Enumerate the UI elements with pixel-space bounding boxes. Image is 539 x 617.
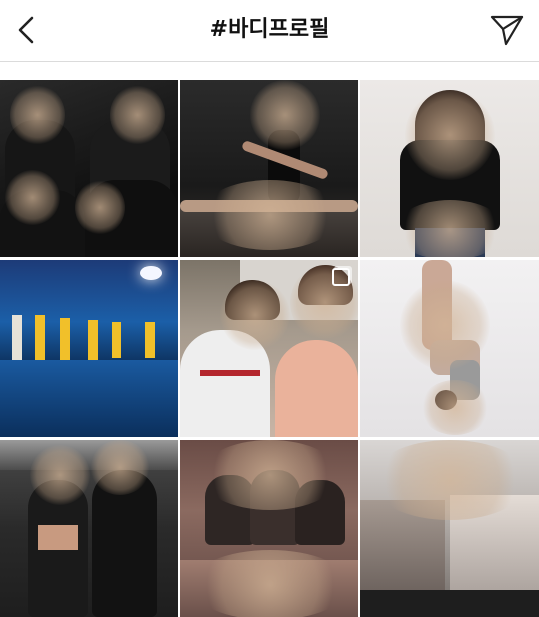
post-6-body-blur <box>400 280 490 370</box>
post-thumbnail-8[interactable] <box>180 440 358 617</box>
back-button[interactable] <box>6 10 46 50</box>
post-thumbnail-6[interactable] <box>360 260 539 437</box>
post-7-face-blur <box>30 445 90 505</box>
post-7-face-blur-2 <box>90 440 150 495</box>
post-thumbnail-1[interactable] <box>0 80 178 257</box>
multiple-photos-icon <box>332 268 350 286</box>
post-3-lower-blur <box>395 200 505 257</box>
post-thumbnail-7[interactable] <box>0 440 178 617</box>
chevron-left-icon <box>18 16 34 44</box>
post-8-lower-blur <box>190 550 350 617</box>
post-4-bag-2 <box>35 315 45 360</box>
share-button[interactable] <box>485 8 529 52</box>
post-4-bag-6 <box>145 322 155 358</box>
post-5-person-right <box>275 340 358 437</box>
post-9-waistband <box>360 590 539 617</box>
post-5-person-left-stripe <box>200 370 260 376</box>
post-9-upper-blur <box>370 440 530 520</box>
post-1-face-blur-4 <box>75 180 125 235</box>
post-4-ceiling-light <box>140 266 162 280</box>
top-bar: #바디프로필 <box>0 0 539 62</box>
post-1-face-blur <box>10 85 65 145</box>
post-4-bag-4 <box>88 320 98 360</box>
post-6-lower-blur <box>420 380 490 435</box>
post-3-face-blur <box>405 90 495 180</box>
post-4-bag-1 <box>12 315 22 360</box>
post-5-face-blur <box>220 280 290 350</box>
post-1-face-blur-2 <box>110 85 165 145</box>
post-thumbnail-3[interactable] <box>360 80 539 257</box>
post-7-skin <box>38 525 78 550</box>
page-title: #바디프로필 <box>209 17 330 42</box>
post-2-face-blur <box>250 80 320 150</box>
post-8-face-blur <box>200 440 340 510</box>
post-thumbnail-2[interactable] <box>180 80 358 257</box>
post-thumbnail-9[interactable] <box>360 440 539 617</box>
post-2-lower-blur <box>200 180 340 250</box>
post-7-ceiling <box>0 440 178 470</box>
post-1-face-blur-3 <box>5 170 60 225</box>
paper-plane-icon <box>490 15 524 46</box>
post-4-bag-3 <box>60 318 70 360</box>
post-4-bag-5 <box>112 322 121 358</box>
post-4-floor <box>0 360 178 437</box>
post-grid <box>0 80 539 617</box>
post-thumbnail-4[interactable] <box>0 260 178 437</box>
post-thumbnail-5[interactable] <box>180 260 358 437</box>
